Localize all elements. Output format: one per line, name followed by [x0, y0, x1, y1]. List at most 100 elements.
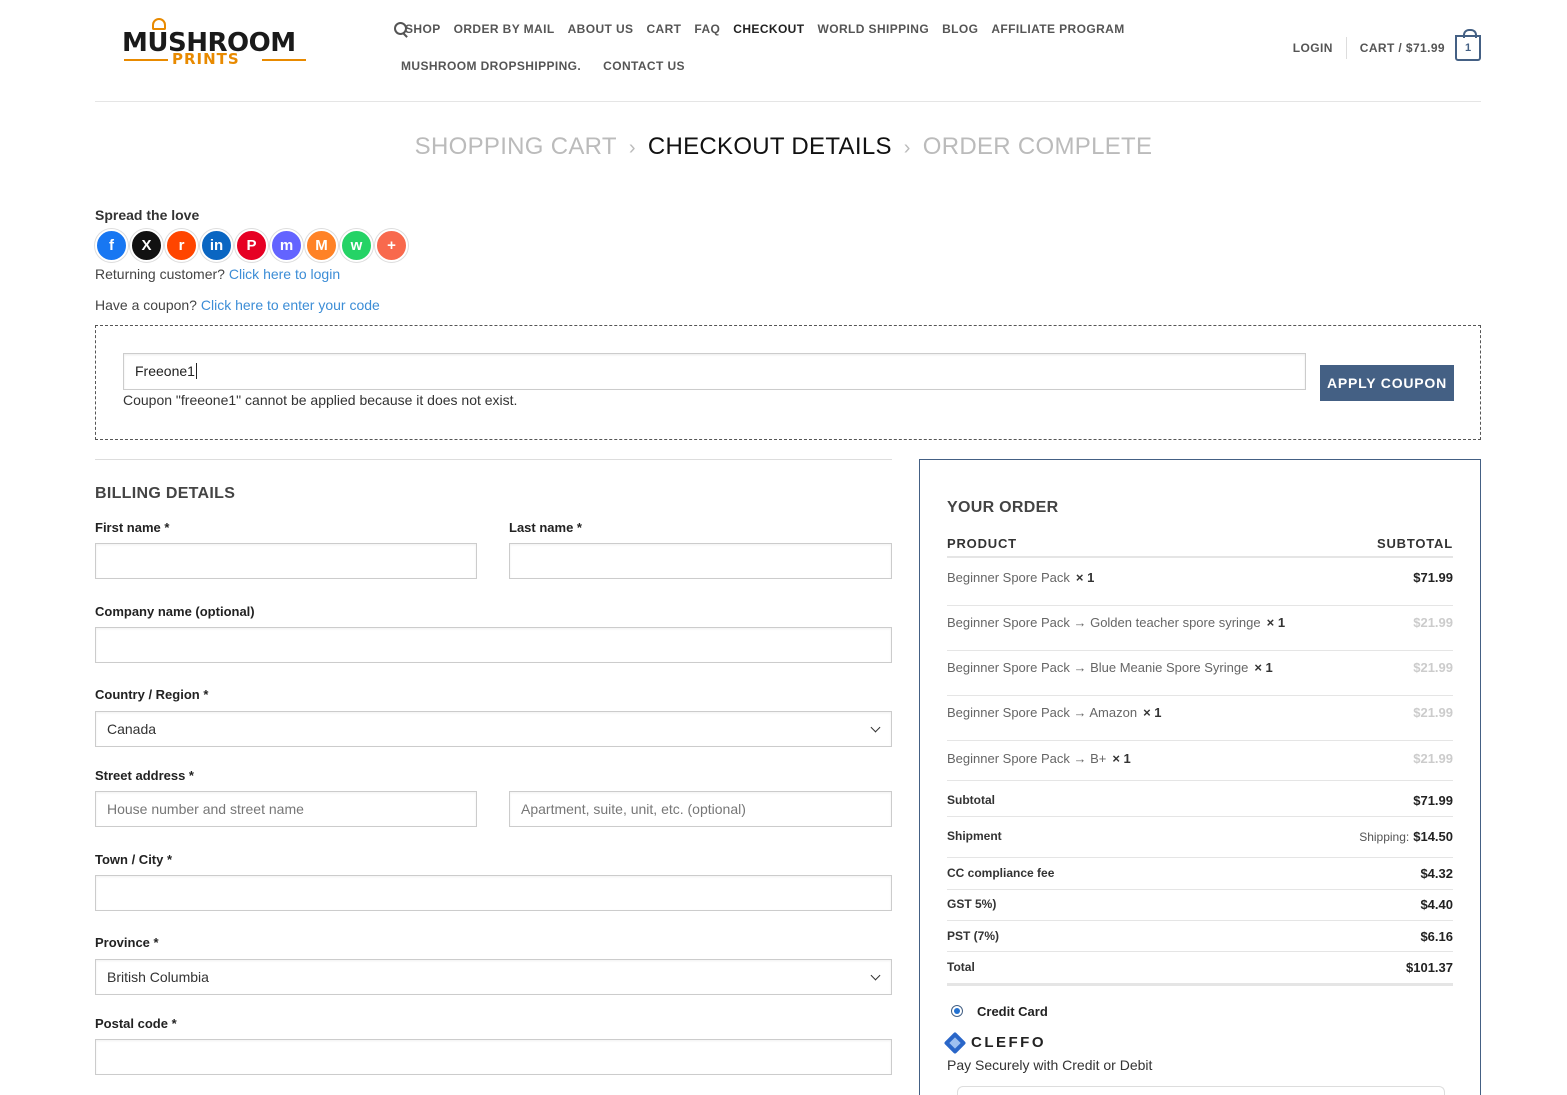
login-toggle-link[interactable]: Click here to login: [229, 266, 340, 282]
order-item-name: Beginner Spore Pack → Blue Meanie Spore …: [947, 660, 1249, 675]
shipment-prefix: Shipping:: [1359, 830, 1410, 844]
order-item-price: $71.99: [1413, 570, 1453, 585]
nav-faq[interactable]: FAQ: [694, 22, 720, 36]
company-field[interactable]: [95, 627, 892, 663]
step-order-complete: ORDER COMPLETE: [922, 133, 1153, 160]
shipment-value: $14.50: [1413, 829, 1453, 844]
total-label: Total: [947, 960, 975, 974]
shipment-row: Shipment Shipping: $14.50: [947, 829, 1453, 858]
shipment-label: Shipment: [947, 829, 1002, 843]
linkedin-icon[interactable]: in: [200, 229, 233, 262]
province-select[interactable]: British Columbia: [95, 959, 892, 995]
first-name-label: First name *: [95, 520, 170, 535]
returning-text: Returning customer?: [95, 266, 225, 282]
order-table-header: PRODUCT SUBTOTAL: [947, 536, 1453, 558]
credit-card-radio[interactable]: [951, 1005, 963, 1017]
order-item-name-group: Beginner Spore Pack → Blue Meanie Spore …: [947, 660, 1273, 675]
province-label: Province *: [95, 935, 159, 950]
pst-row: PST (7%) $6.16: [947, 929, 1453, 952]
cart-total-link[interactable]: CART / $71.99: [1360, 41, 1445, 55]
first-name-field[interactable]: [95, 543, 477, 579]
order-item-row: Beginner Spore Pack → Amazon × 1 $21.99: [947, 705, 1453, 741]
subtotal-row: Subtotal $71.99: [947, 793, 1453, 817]
cc-fee-value: $4.32: [1420, 866, 1453, 881]
postal-field[interactable]: [95, 1039, 892, 1075]
share-buttons: f Xr in Pm Mw +: [95, 229, 410, 262]
order-item-price: $21.99: [1413, 660, 1453, 675]
nav-cart[interactable]: CART: [646, 22, 681, 36]
cc-fee-row: CC compliance fee $4.32: [947, 866, 1453, 890]
coupon-input-value: Freeone1: [135, 363, 195, 379]
order-item-row: Beginner Spore Pack × 1 $71.99: [947, 570, 1453, 606]
mix-icon[interactable]: M: [305, 229, 338, 262]
total-row: Total $101.37: [947, 960, 1453, 986]
site-header: MUSHROOM PRINTS SHOP ORDER BY MAIL ABOUT…: [0, 0, 1567, 102]
checkout-steps: SHOPPING CART › CHECKOUT DETAILS › ORDER COM…: [0, 133, 1567, 161]
nav-row-1: SHOP ORDER BY MAIL ABOUT US CART FAQ CHE…: [392, 20, 1132, 38]
share-title: Spread the love: [95, 207, 200, 223]
coupon-text: Have a coupon?: [95, 297, 197, 313]
mastodon-icon[interactable]: m: [270, 229, 303, 262]
pst-label: PST (7%): [947, 929, 1000, 943]
logo[interactable]: MUSHROOM PRINTS: [122, 18, 308, 70]
city-field[interactable]: [95, 875, 892, 911]
order-item-name-group: Beginner Spore Pack → Amazon × 1: [947, 705, 1162, 720]
plus-icon[interactable]: +: [375, 229, 408, 262]
order-item-name: Beginner Spore Pack → B+: [947, 751, 1107, 766]
order-item-name: Beginner Spore Pack: [947, 570, 1070, 585]
chevron-down-icon: [870, 970, 881, 981]
street-address-field[interactable]: House number and street name: [95, 791, 477, 827]
credit-card-label[interactable]: Credit Card: [977, 1004, 1048, 1019]
order-item-row: Beginner Spore Pack → Golden teacher spo…: [947, 615, 1453, 651]
nav-checkout[interactable]: CHECKOUT: [733, 22, 804, 36]
cleffo-brand: CLEFFO: [971, 1034, 1046, 1051]
total-value: $101.37: [1406, 960, 1453, 975]
billing-divider: [95, 459, 892, 460]
order-item-qty: × 1: [1112, 751, 1131, 766]
cleffo-logo: CLEFFO: [943, 1031, 1046, 1054]
x-icon[interactable]: X: [130, 229, 163, 262]
reddit-icon[interactable]: r: [165, 229, 198, 262]
order-item-row: Beginner Spore Pack → B+ × 1 $21.99: [947, 751, 1453, 781]
gst-label: GST 5%): [947, 897, 997, 911]
header-divider: [1345, 37, 1347, 59]
subtotal-value: $71.99: [1413, 793, 1453, 808]
country-select[interactable]: Canada: [95, 711, 892, 747]
chevron-right-icon: ›: [628, 137, 636, 159]
cleffo-gem-icon: [943, 1031, 967, 1054]
cart-bag-icon[interactable]: 1: [1455, 29, 1481, 61]
nav-world-shipping[interactable]: WORLD SHIPPING: [817, 22, 929, 36]
order-item-qty: × 1: [1143, 705, 1162, 720]
nav-row-2: MUSHROOM DROPSHIPPING. CONTACT US: [392, 57, 1132, 75]
pinterest-icon[interactable]: P: [235, 229, 268, 262]
nav-dropshipping[interactable]: MUSHROOM DROPSHIPPING.: [401, 59, 581, 73]
last-name-field[interactable]: [509, 543, 892, 579]
facebook-icon[interactable]: f: [95, 229, 128, 262]
logo-text-bottom: PRINTS: [172, 50, 240, 68]
coupon-input[interactable]: Freeone1: [123, 353, 1306, 390]
nav-shop[interactable]: SHOP: [405, 22, 441, 36]
billing-title: BILLING DETAILS: [95, 485, 236, 502]
street-label: Street address *: [95, 768, 194, 783]
nav-order-by-mail[interactable]: ORDER BY MAIL: [454, 22, 555, 36]
login-link[interactable]: LOGIN: [1293, 41, 1333, 55]
nav-affiliate-program[interactable]: AFFILIATE PROGRAM: [991, 22, 1124, 36]
city-label: Town / City *: [95, 852, 173, 867]
order-summary: YOUR ORDER PRODUCT SUBTOTAL Beginner Spo…: [919, 459, 1481, 1095]
pst-value: $6.16: [1420, 929, 1453, 944]
step-shopping-cart[interactable]: SHOPPING CART: [415, 133, 617, 160]
step-checkout-details[interactable]: CHECKOUT DETAILS: [648, 133, 892, 160]
nav-blog[interactable]: BLOG: [942, 22, 978, 36]
last-name-label: Last name *: [509, 520, 582, 535]
order-item-price: $21.99: [1413, 705, 1453, 720]
coupon-error-message: Coupon "freeone1" cannot be applied beca…: [123, 392, 518, 408]
country-value: Canada: [107, 721, 157, 737]
postal-label: Postal code *: [95, 1016, 177, 1031]
whatsapp-icon[interactable]: w: [340, 229, 373, 262]
coupon-toggle-link[interactable]: Click here to enter your code: [201, 297, 380, 313]
main-nav: SHOP ORDER BY MAIL ABOUT US CART FAQ CHE…: [392, 20, 1132, 75]
nav-contact-us[interactable]: CONTACT US: [603, 59, 685, 73]
apartment-field[interactable]: Apartment, suite, unit, etc. (optional): [509, 791, 892, 827]
nav-about-us[interactable]: ABOUT US: [568, 22, 634, 36]
apply-coupon-button[interactable]: APPLY COUPON: [1320, 365, 1454, 401]
